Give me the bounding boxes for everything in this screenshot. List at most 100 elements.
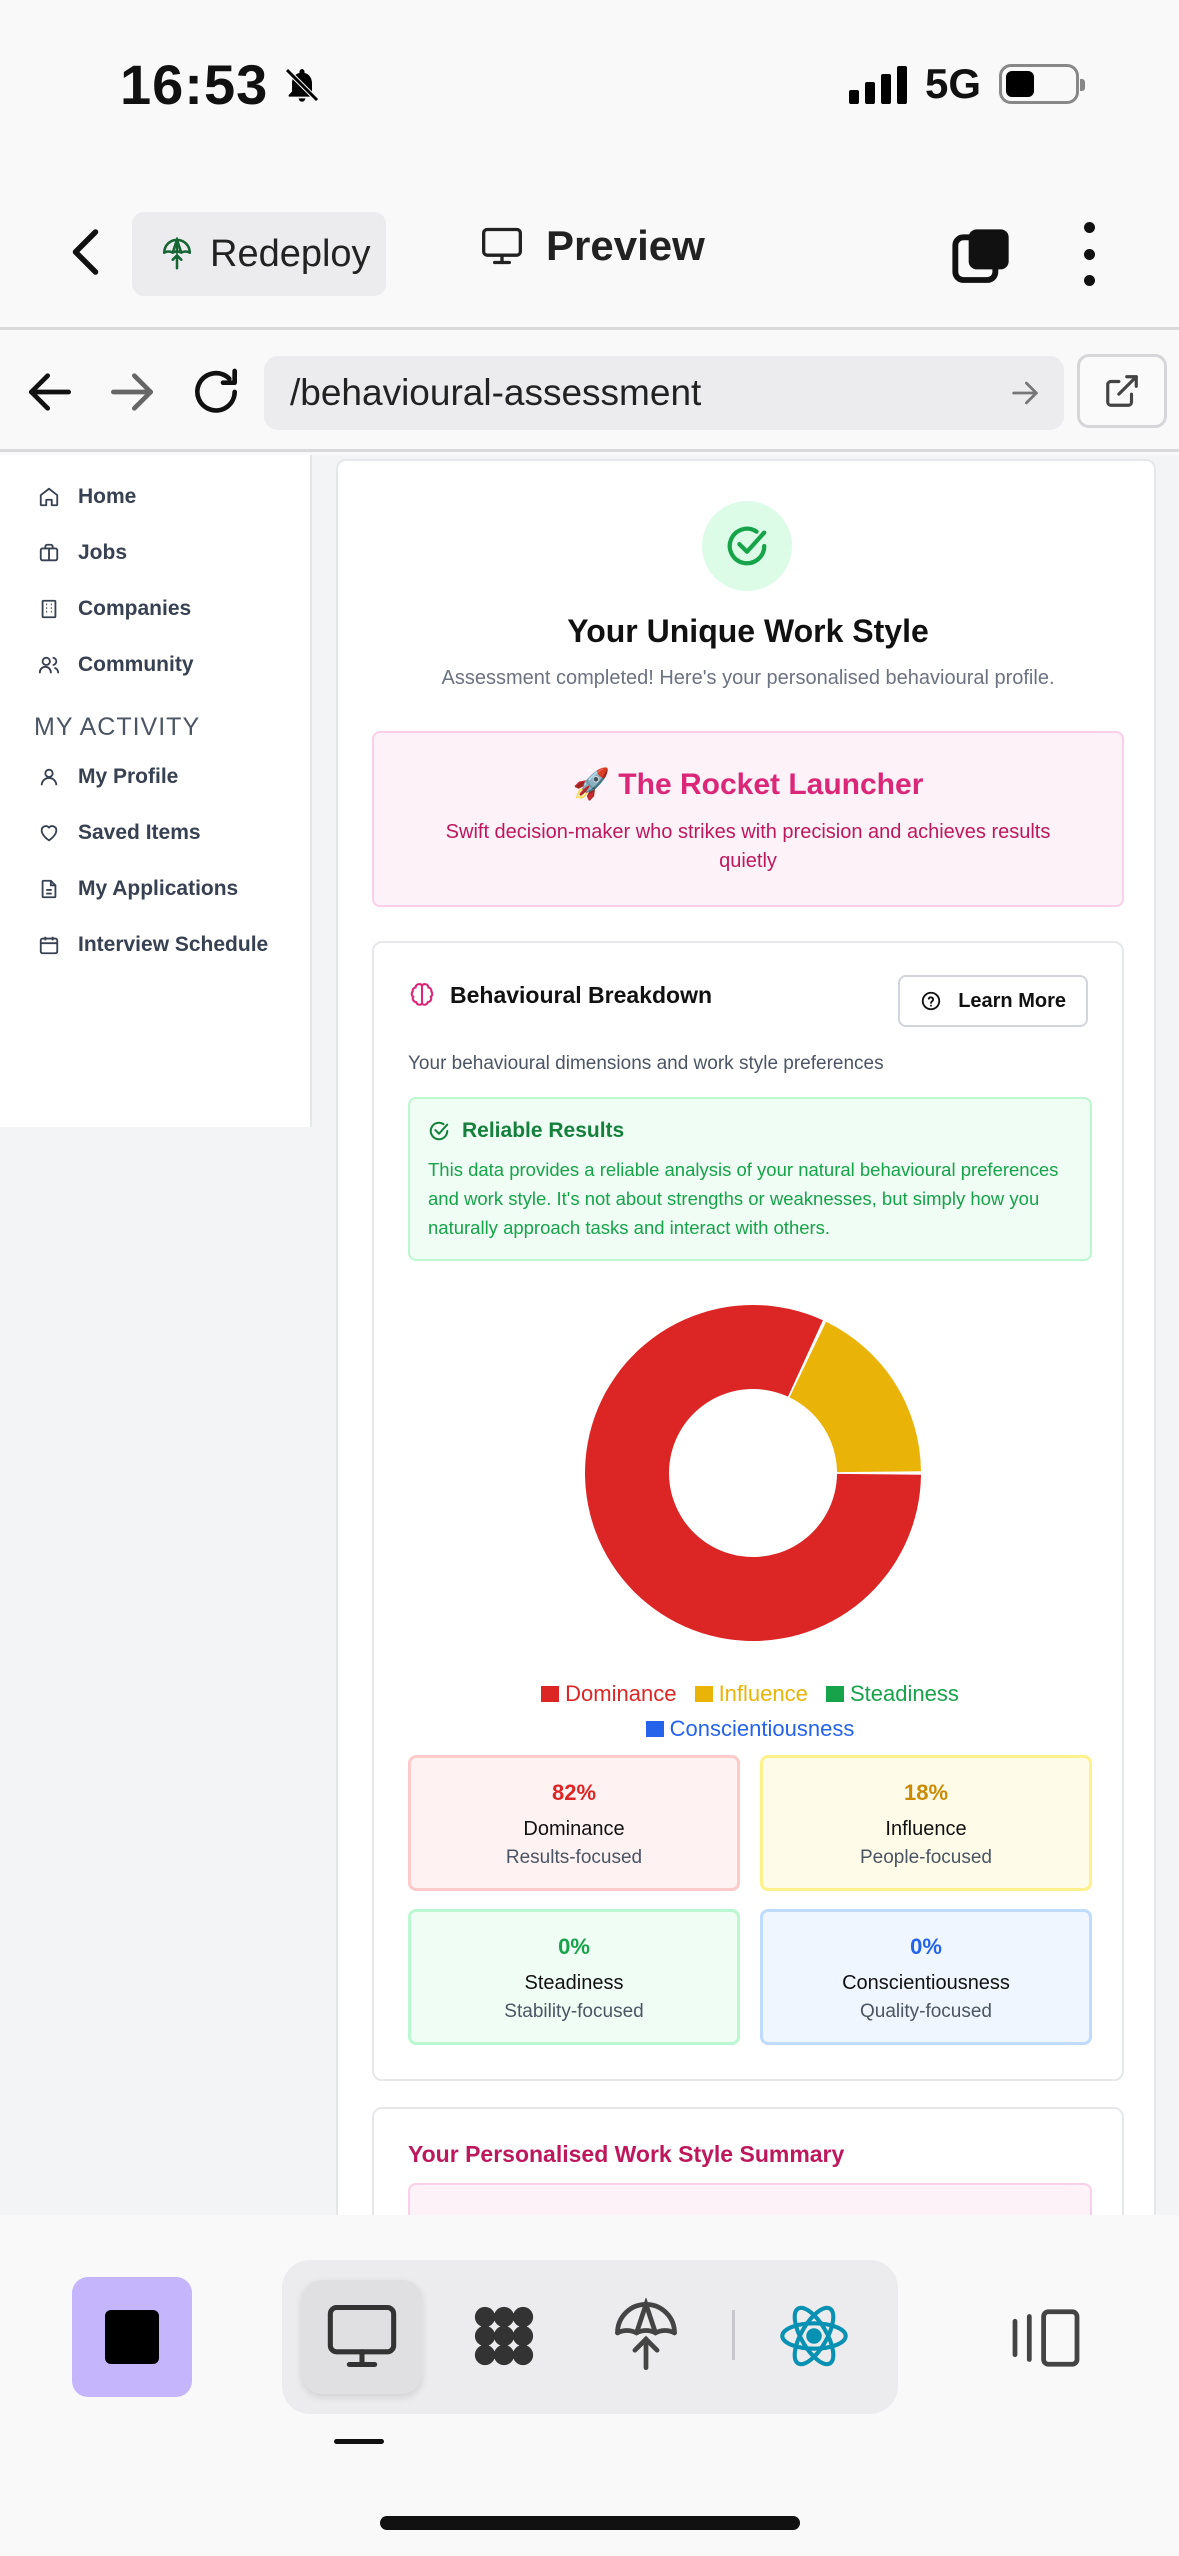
battery-icon bbox=[999, 64, 1085, 104]
summary-title: Your Personalised Work Style Summary bbox=[408, 2141, 845, 2167]
users-icon bbox=[38, 656, 60, 674]
page-title: Your Unique Work Style bbox=[567, 613, 929, 649]
stop-button[interactable] bbox=[72, 2277, 192, 2397]
success-badge bbox=[702, 501, 792, 591]
sidebar-item-label: My Profile bbox=[78, 765, 179, 788]
help-circle-icon bbox=[922, 991, 941, 1011]
stat-card-dominance: 82% Dominance Results-focused bbox=[408, 1755, 740, 1891]
url-text: /behavioural-assessment bbox=[290, 372, 702, 413]
sidebar-item-interview-schedule[interactable]: Interview Schedule bbox=[38, 933, 268, 957]
disc-donut-chart bbox=[585, 1305, 921, 1641]
check-circle-icon bbox=[727, 526, 767, 566]
sidebar-item-label: Saved Items bbox=[78, 821, 201, 844]
persona-card: 🚀 The Rocket Launcher Swift decision-mak… bbox=[372, 731, 1124, 907]
work-style-summary-card: Your Personalised Work Style Summary bbox=[372, 2107, 1124, 2215]
sidebar-toggle-icon[interactable] bbox=[1010, 2307, 1082, 2369]
legend-item-influence[interactable]: Influence bbox=[694, 1677, 808, 1711]
legend-label: Steadiness bbox=[849, 1681, 959, 1706]
reliable-results-heading: Reliable Results bbox=[428, 1119, 1072, 1143]
sidebar-item-label: My Applications bbox=[78, 877, 239, 900]
desktop-preview-icon[interactable] bbox=[324, 2298, 400, 2374]
building-icon bbox=[41, 599, 57, 619]
preview-title[interactable]: Preview bbox=[480, 222, 705, 270]
stat-description: People-focused bbox=[859, 1847, 993, 1868]
file-icon bbox=[41, 879, 57, 899]
legend-item-dominance[interactable]: Dominance bbox=[541, 1677, 676, 1711]
sidebar-item-companies[interactable]: Companies bbox=[38, 597, 191, 621]
breakdown-title: Behavioural Breakdown bbox=[450, 981, 713, 1008]
toolbar-divider bbox=[732, 2310, 735, 2360]
legend-label: Influence bbox=[718, 1681, 808, 1706]
stat-card-conscientiousness: 0% Conscientiousness Quality-focused bbox=[760, 1909, 1092, 2045]
clock: 16:53 bbox=[120, 53, 269, 116]
reload-icon[interactable] bbox=[188, 364, 244, 420]
web-viewport: Home Jobs Companies Community MY ACTIVIT… bbox=[0, 455, 1179, 2215]
chart-legend: Dominance Influence Steadiness Conscient… bbox=[408, 1677, 1092, 1747]
url-input[interactable]: /behavioural-assessment bbox=[264, 356, 1064, 430]
tabs-icon[interactable] bbox=[950, 224, 1014, 288]
legend-label: Dominance bbox=[565, 1681, 677, 1706]
stat-percent: 0% bbox=[910, 1934, 942, 1959]
sidebar: Home Jobs Companies Community MY ACTIVIT… bbox=[0, 455, 312, 1127]
preview-label: Preview bbox=[546, 222, 705, 269]
calendar-icon bbox=[39, 936, 59, 955]
status-indicators: 5G bbox=[848, 60, 1085, 108]
assessment-result-card: Your Unique Work Style Assessment comple… bbox=[336, 459, 1156, 2215]
legend-item-conscientiousness[interactable]: Conscientiousness bbox=[645, 1712, 855, 1746]
back-arrow-icon[interactable] bbox=[22, 364, 78, 420]
sidebar-item-label: Jobs bbox=[78, 541, 128, 564]
stat-description: Quality-focused bbox=[859, 2001, 992, 2022]
signal-icon bbox=[848, 64, 907, 104]
components-icon[interactable] bbox=[466, 2298, 542, 2374]
monitor-icon bbox=[482, 227, 522, 265]
sidebar-item-my-applications[interactable]: My Applications bbox=[38, 877, 238, 901]
sidebar-item-saved-items[interactable]: Saved Items bbox=[38, 821, 201, 845]
more-options-icon[interactable] bbox=[1074, 222, 1104, 286]
sidebar-item-label: Companies bbox=[78, 597, 192, 620]
stat-name: Influence bbox=[885, 1818, 967, 1840]
persona-title: 🚀 The Rocket Launcher bbox=[572, 768, 924, 801]
breakdown-description: Your behavioural dimensions and work sty… bbox=[408, 1053, 884, 1074]
breakdown-heading: Behavioural Breakdown bbox=[408, 981, 712, 1009]
legend-item-steadiness[interactable]: Steadiness bbox=[825, 1677, 959, 1711]
view-switcher bbox=[282, 2260, 898, 2414]
stat-description: Stability-focused bbox=[504, 2001, 644, 2022]
browser-toolbar: /behavioural-assessment bbox=[0, 332, 1179, 452]
reliable-results-title: Reliable Results bbox=[462, 1119, 625, 1142]
stat-percent: 0% bbox=[558, 1934, 590, 1959]
stat-card-influence: 18% Influence People-focused bbox=[760, 1755, 1092, 1891]
stat-description: Results-focused bbox=[505, 1847, 643, 1868]
sidebar-item-label: Interview Schedule bbox=[78, 933, 269, 956]
open-external-button[interactable] bbox=[1077, 354, 1167, 428]
sidebar-item-jobs[interactable]: Jobs bbox=[38, 541, 127, 565]
forward-arrow-icon[interactable] bbox=[104, 364, 160, 420]
sidebar-item-label: Home bbox=[78, 485, 137, 508]
network-label: 5G bbox=[924, 60, 981, 107]
page-subtitle: Assessment completed! Here's your person… bbox=[441, 667, 1055, 689]
heart-icon bbox=[40, 825, 58, 842]
brain-icon bbox=[410, 983, 434, 1006]
react-icon[interactable] bbox=[776, 2298, 852, 2374]
summary-box bbox=[408, 2183, 1092, 2215]
back-chevron-icon[interactable] bbox=[58, 222, 118, 282]
status-time: 16:53 bbox=[120, 52, 322, 117]
stat-percent: 18% bbox=[903, 1780, 949, 1805]
redeploy-icon bbox=[162, 237, 192, 270]
learn-more-label: Learn More bbox=[958, 989, 1066, 1012]
persona-description: Swift decision-maker who strikes with pr… bbox=[445, 821, 1051, 872]
app-header: Redeploy Preview bbox=[0, 190, 1179, 330]
redeploy-label: Redeploy bbox=[210, 232, 371, 275]
sidebar-item-community[interactable]: Community bbox=[38, 653, 194, 677]
legend-label: Conscientiousness bbox=[669, 1716, 855, 1741]
go-arrow-icon[interactable] bbox=[1008, 376, 1042, 410]
deploy-icon[interactable] bbox=[608, 2298, 684, 2374]
bell-muted-icon bbox=[285, 67, 320, 102]
active-tab-indicator bbox=[334, 2439, 384, 2444]
home-icon bbox=[39, 487, 59, 507]
sidebar-item-my-profile[interactable]: My Profile bbox=[38, 765, 178, 789]
learn-more-button[interactable]: Learn More bbox=[898, 975, 1088, 1027]
user-icon bbox=[40, 768, 58, 786]
sidebar-item-home[interactable]: Home bbox=[38, 485, 136, 509]
check-circle-icon bbox=[429, 1121, 449, 1141]
redeploy-button[interactable]: Redeploy bbox=[132, 212, 386, 296]
